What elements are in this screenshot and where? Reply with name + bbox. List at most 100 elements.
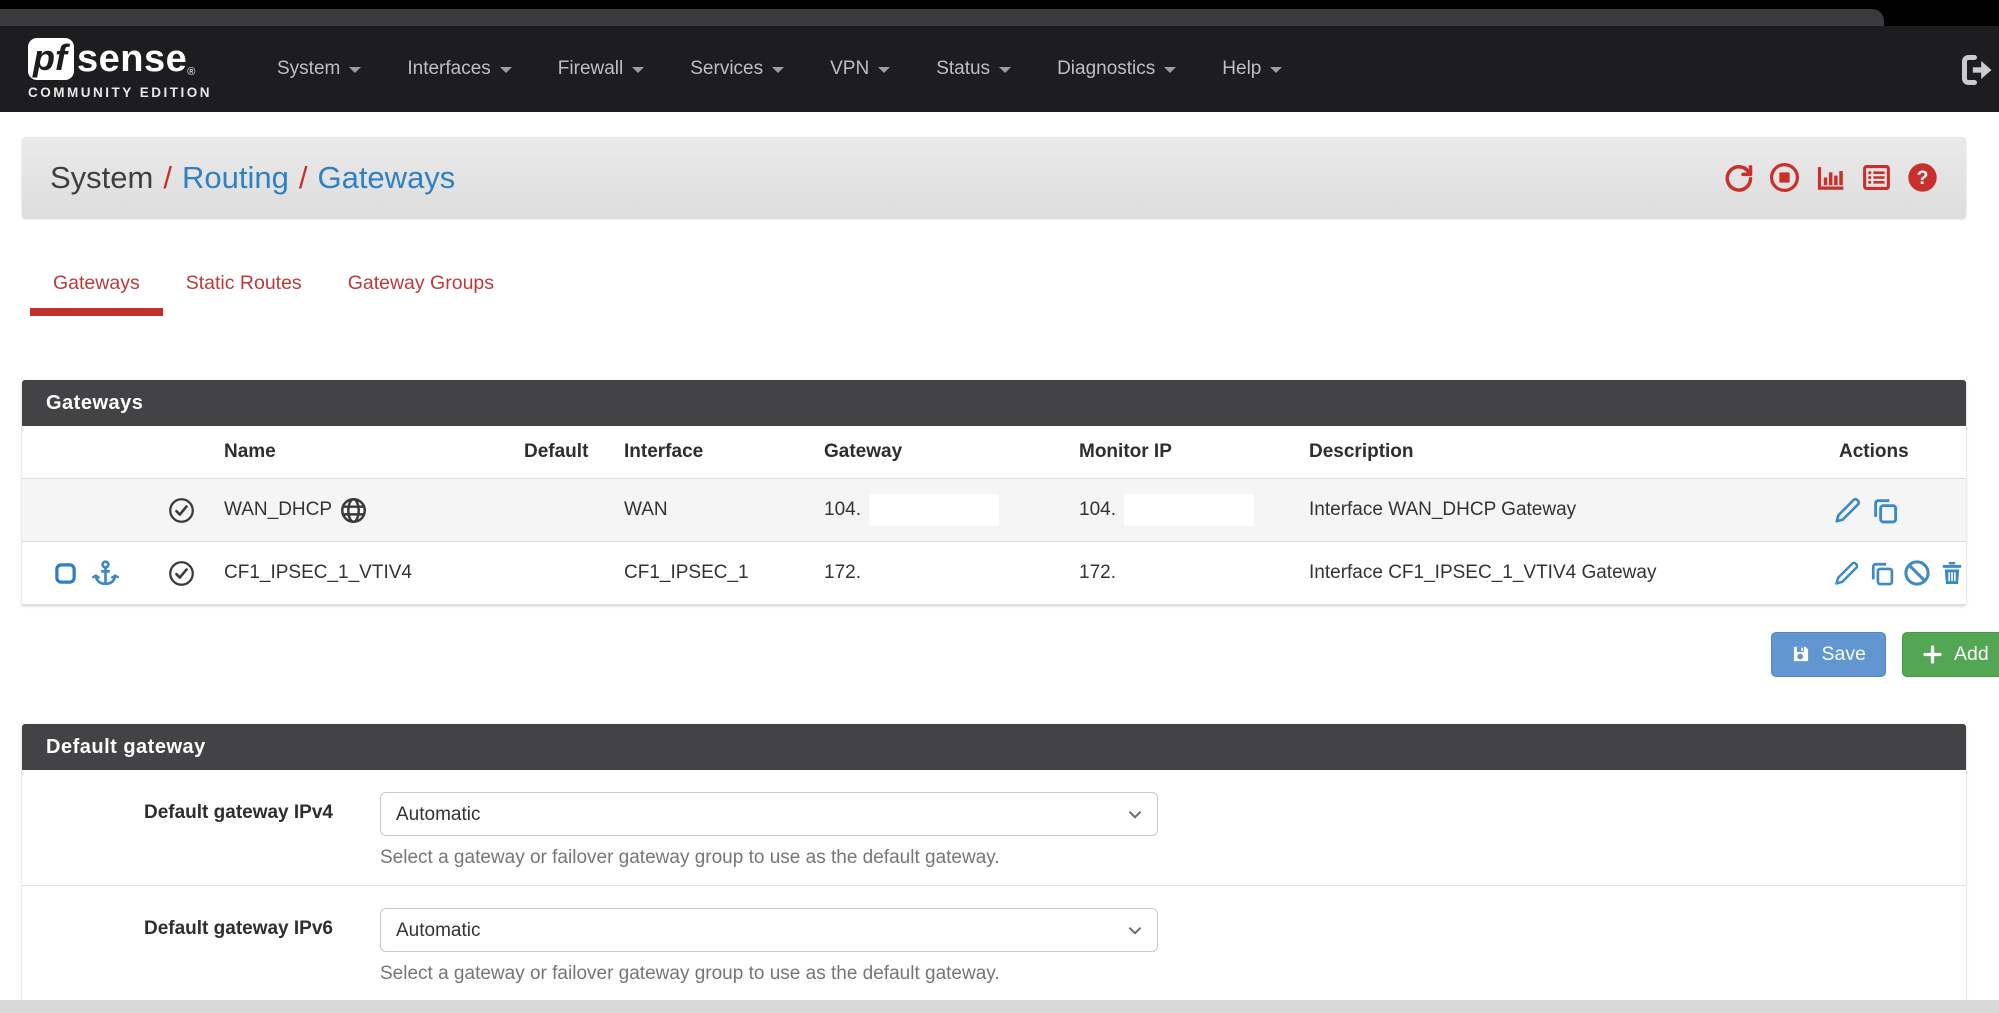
top-navbar: pf sense ® COMMUNITY EDITION System Inte… — [0, 26, 1999, 112]
chevron-down-icon — [999, 67, 1011, 73]
breadcrumb-link-routing[interactable]: Routing — [182, 160, 289, 195]
menu-status-label: Status — [936, 58, 990, 80]
default-gateway-ipv6-row: Default gateway IPv6 Automatic Select a … — [22, 885, 1966, 1001]
menu-status[interactable]: Status — [913, 46, 1034, 92]
default-gateway-ipv4-select[interactable]: Automatic — [380, 792, 1158, 836]
breadcrumb-separator: / — [289, 160, 318, 195]
menu-firewall-label: Firewall — [558, 58, 623, 80]
col-header-default: Default — [512, 441, 612, 463]
chevron-down-icon — [349, 67, 361, 73]
chevron-down-icon — [772, 67, 784, 73]
window-chrome-bar — [0, 9, 1884, 26]
breadcrumb: System/Routing/Gateways — [50, 160, 455, 196]
breadcrumb-actions: ? — [1723, 162, 1938, 193]
default-gateway-ipv4-label: Default gateway IPv4 — [22, 792, 380, 869]
add-button[interactable]: Add — [1902, 632, 1999, 677]
chevron-down-icon — [632, 67, 644, 73]
breadcrumb-link-gateways[interactable]: Gateways — [317, 160, 455, 195]
monitor-ip: 172. — [1079, 562, 1116, 584]
stop-icon[interactable] — [1769, 162, 1800, 193]
gateway-online-check-icon — [168, 560, 195, 587]
window-chrome-strip — [0, 0, 1999, 26]
gateway-description: Interface CF1_IPSEC_1_VTIV4 Gateway — [1297, 562, 1827, 584]
chart-icon[interactable] — [1815, 162, 1846, 193]
default-gateway-ipv6-select[interactable]: Automatic — [380, 908, 1158, 952]
gateway-online-check-icon — [168, 497, 195, 524]
edit-icon[interactable] — [1833, 558, 1861, 588]
default-gateway-panel-header: Default gateway — [22, 724, 1966, 770]
gateways-panel-header: Gateways — [22, 380, 1966, 426]
menu-services[interactable]: Services — [667, 46, 807, 92]
actions-bar: Save Add — [0, 631, 1999, 677]
breadcrumb-section: System — [50, 160, 153, 195]
default-gateway-ipv4-help: Select a gateway or failover gateway gro… — [380, 847, 1158, 869]
col-header-actions: Actions — [1827, 441, 1966, 463]
main-menu: System Interfaces Firewall Services VPN … — [254, 46, 1305, 92]
menu-help-label: Help — [1222, 58, 1261, 80]
save-button[interactable]: Save — [1771, 632, 1886, 677]
menu-interfaces-label: Interfaces — [407, 58, 490, 80]
default-gateway-panel: Default gateway Default gateway IPv4 Aut… — [22, 724, 1966, 1001]
default-gateway-panel-title: Default gateway — [46, 736, 206, 759]
delete-icon[interactable] — [1938, 558, 1966, 588]
edit-icon[interactable] — [1833, 495, 1863, 525]
tab-static-routes[interactable]: Static Routes — [163, 258, 325, 316]
chevron-down-icon — [1270, 67, 1282, 73]
menu-firewall[interactable]: Firewall — [535, 46, 667, 92]
col-header-description: Description — [1297, 441, 1827, 463]
menu-diagnostics-label: Diagnostics — [1057, 58, 1155, 80]
menu-system[interactable]: System — [254, 46, 384, 92]
gateway-interface: CF1_IPSEC_1 — [612, 562, 812, 584]
globe-icon — [340, 497, 367, 524]
col-header-monitor-ip: Monitor IP — [1067, 441, 1297, 463]
menu-interfaces[interactable]: Interfaces — [384, 46, 534, 92]
menu-services-label: Services — [690, 58, 763, 80]
tab-gateway-groups[interactable]: Gateway Groups — [325, 258, 517, 316]
community-edition-label: COMMUNITY EDITION — [28, 85, 212, 100]
col-header-interface: Interface — [612, 441, 812, 463]
redaction-box — [1124, 494, 1254, 526]
save-button-label: Save — [1822, 643, 1866, 666]
table-row-wan-dhcp: WAN_DHCP WAN 104. 104. Interface WAN_DHC… — [22, 479, 1966, 542]
logout-icon[interactable] — [1957, 50, 1999, 90]
add-button-label: Add — [1954, 643, 1989, 666]
svg-text:?: ? — [1917, 167, 1929, 189]
gateway-name: WAN_DHCP — [224, 499, 332, 521]
default-gateway-ipv6-label: Default gateway IPv6 — [22, 908, 380, 985]
col-header-name: Name — [212, 441, 512, 463]
menu-vpn-label: VPN — [830, 58, 869, 80]
redaction-box — [869, 494, 999, 526]
square-outline-icon[interactable] — [54, 562, 77, 585]
gateway-name: CF1_IPSEC_1_VTIV4 — [212, 562, 512, 584]
menu-system-label: System — [277, 58, 340, 80]
chevron-down-icon — [878, 67, 890, 73]
log-list-icon[interactable] — [1861, 162, 1892, 193]
pfsense-logo-pf: pf — [28, 38, 74, 80]
gateway-address: 172. — [824, 562, 861, 584]
registered-mark: ® — [187, 66, 195, 78]
redaction-box — [1124, 557, 1254, 589]
menu-diagnostics[interactable]: Diagnostics — [1034, 46, 1199, 92]
gateways-table-header: Name Default Interface Gateway Monitor I… — [22, 426, 1966, 479]
tab-gateways[interactable]: Gateways — [30, 258, 163, 316]
menu-vpn[interactable]: VPN — [807, 46, 913, 92]
gateway-address: 104. — [824, 499, 861, 521]
gateways-panel-title: Gateways — [46, 392, 143, 415]
menu-help[interactable]: Help — [1199, 46, 1305, 92]
pfsense-logo-sense: sense — [77, 40, 187, 78]
table-row-cf1-ipsec: CF1_IPSEC_1_VTIV4 CF1_IPSEC_1 172. 172. … — [22, 542, 1966, 605]
chevron-down-icon — [500, 67, 512, 73]
window-bottom-edge — [0, 1000, 1999, 1013]
help-icon[interactable]: ? — [1907, 162, 1938, 193]
copy-icon[interactable] — [1870, 495, 1900, 525]
anchor-icon — [91, 559, 120, 588]
chevron-down-icon — [1164, 67, 1176, 73]
gateway-interface: WAN — [612, 499, 812, 521]
breadcrumb-bar: System/Routing/Gateways ? — [22, 137, 1966, 218]
disable-icon[interactable] — [1903, 558, 1931, 588]
pfsense-logo[interactable]: pf sense ® COMMUNITY EDITION — [28, 38, 212, 100]
refresh-icon[interactable] — [1723, 162, 1754, 193]
default-gateway-ipv6-help: Select a gateway or failover gateway gro… — [380, 963, 1158, 985]
redaction-box — [869, 557, 999, 589]
copy-icon[interactable] — [1868, 558, 1896, 588]
